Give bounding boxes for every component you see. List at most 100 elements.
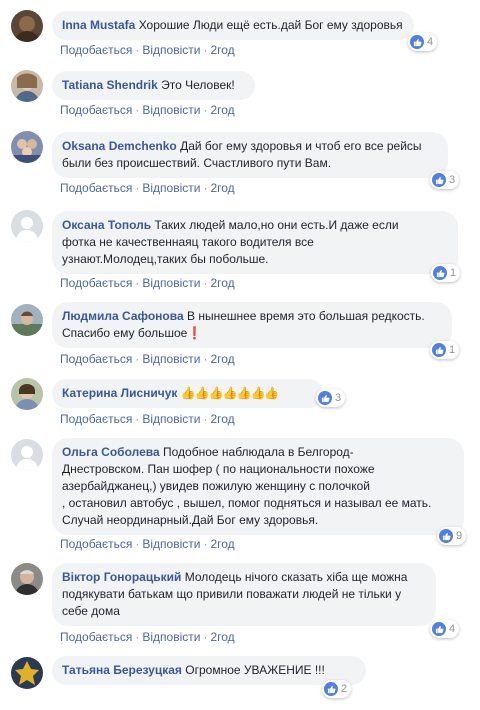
reaction-count[interactable]: 3 — [430, 171, 460, 189]
author-name[interactable]: Ольга Соболева — [62, 445, 160, 459]
timestamp[interactable]: 2год — [210, 537, 234, 551]
comment-actions: Подобається · Відповісти · 2год — [60, 352, 235, 366]
comment-text-line: Случай неординарный.Дай Бог ему здоровья… — [62, 513, 319, 527]
like-link[interactable]: Подобається — [60, 537, 132, 551]
reply-link[interactable]: Відповісти — [142, 412, 200, 426]
reply-link[interactable]: Відповісти — [142, 276, 200, 290]
like-link[interactable]: Подобається — [60, 103, 132, 117]
comment-text-line: Спасибо ему большое❗ — [62, 326, 203, 340]
avatar[interactable] — [11, 210, 43, 242]
timestamp[interactable]: 2год — [210, 412, 234, 426]
comment-text-line: Подобное наблюдала в Белгород- — [163, 445, 354, 459]
like-link[interactable]: Подобається — [60, 181, 132, 195]
reaction-count[interactable]: 2 — [322, 680, 352, 698]
separator: · — [135, 103, 140, 117]
author-name[interactable]: Оксана Тополь — [62, 218, 151, 232]
comment-text-line: Таких людей мало,но они есть.И даже если — [154, 218, 399, 232]
like-icon — [324, 682, 338, 696]
separator: · — [203, 412, 208, 426]
comment-text-line: подякувати батькам що привили поважати л… — [62, 587, 402, 601]
avatar[interactable] — [11, 70, 43, 102]
timestamp[interactable]: 2год — [210, 276, 234, 290]
comment-actions: Подобається · Відповісти · 2год — [60, 537, 235, 551]
separator: · — [203, 352, 208, 366]
comment-bubble: Татьяна Березуцкая Огромное УВАЖЕНИЕ !!! — [52, 656, 366, 685]
reaction-number: 1 — [449, 344, 456, 356]
like-icon — [318, 391, 332, 405]
separator: · — [203, 630, 208, 644]
separator: · — [135, 181, 140, 195]
comment-bubble: Оксана Тополь Таких людей мало,но они ес… — [52, 211, 458, 274]
timestamp[interactable]: 2год — [210, 630, 234, 644]
timestamp[interactable]: 2год — [210, 352, 234, 366]
like-link[interactable]: Подобається — [60, 276, 132, 290]
like-icon — [432, 622, 446, 636]
timestamp[interactable]: 2год — [210, 103, 234, 117]
avatar[interactable] — [11, 378, 43, 410]
separator: · — [203, 181, 208, 195]
comment-bubble: Tatiana Shendrik Это Человек! — [52, 71, 255, 100]
author-name[interactable]: Людмила Сафонова — [62, 309, 184, 323]
comment-bubble: Віктор Гонорацький Молодець нічого сказа… — [52, 563, 436, 626]
comment-bubble: Катерина Лисничук 👍👍👍👍👍👍👍 — [52, 379, 323, 408]
reply-link[interactable]: Відповісти — [142, 630, 200, 644]
comment-text: Это Человек! — [161, 78, 235, 92]
avatar[interactable] — [11, 563, 43, 595]
comment-text-line: , остановил автобус , вышел, помог подня… — [62, 496, 432, 510]
author-name[interactable]: Tatiana Shendrik — [62, 78, 158, 92]
separator: · — [135, 352, 140, 366]
avatar[interactable] — [11, 10, 43, 42]
reaction-number: 1 — [450, 267, 457, 279]
reaction-count[interactable]: 1 — [430, 341, 460, 359]
comment-text-line: были без происшествий. Счастливого пути … — [62, 156, 332, 170]
comment-text: 👍👍👍👍👍👍👍 — [180, 386, 280, 400]
like-link[interactable]: Подобається — [60, 352, 132, 366]
reaction-number: 9 — [456, 530, 463, 542]
reply-link[interactable]: Відповісти — [142, 537, 200, 551]
reply-link[interactable]: Відповісти — [142, 103, 200, 117]
like-icon — [432, 343, 446, 357]
separator: · — [135, 537, 140, 551]
comment-actions: Подобається · Відповісти · 2год — [60, 412, 235, 426]
reaction-count[interactable]: 9 — [437, 527, 467, 545]
comment-text-line: В нынешнее время это большая редкость. — [186, 309, 425, 323]
comment-text-line: Днестровском. Пан шофер ( по национально… — [62, 462, 375, 476]
reply-link[interactable]: Відповісти — [142, 181, 200, 195]
reaction-count[interactable]: 1 — [431, 264, 461, 282]
avatar[interactable] — [11, 304, 43, 336]
comment-text: Огромное УВАЖЕНИЕ !!! — [185, 663, 325, 677]
like-link[interactable]: Подобається — [60, 412, 132, 426]
comment-text-line: азербайджанец,) увидев пожилую женщину с… — [62, 479, 371, 493]
author-name[interactable]: Inna Mustafa — [62, 18, 135, 32]
like-link[interactable]: Подобається — [60, 630, 132, 644]
comment-text-line: Молодець нічого сказать хіба ще можна — [184, 570, 408, 584]
comment-actions: Подобається · Відповісти · 2год — [60, 276, 235, 290]
timestamp[interactable]: 2год — [210, 43, 234, 57]
separator: · — [135, 412, 140, 426]
avatar[interactable] — [11, 439, 43, 471]
comment-actions: Подобається · Відповісти · 2год — [60, 103, 235, 117]
author-name[interactable]: Катерина Лисничук — [62, 386, 177, 400]
reply-link[interactable]: Відповісти — [142, 43, 200, 57]
timestamp[interactable]: 2год — [210, 181, 234, 195]
reaction-number: 4 — [449, 623, 456, 635]
author-name[interactable]: Татьяна Березуцкая — [62, 663, 182, 677]
author-name[interactable]: Oksana Demchenko — [62, 139, 177, 153]
avatar[interactable] — [11, 657, 43, 689]
reaction-number: 3 — [449, 174, 456, 186]
like-icon — [410, 35, 424, 49]
author-name[interactable]: Віктор Гонорацький — [62, 570, 181, 584]
avatar[interactable] — [11, 131, 43, 163]
like-link[interactable]: Подобається — [60, 43, 132, 57]
reaction-count[interactable]: 4 — [430, 620, 460, 638]
comment-bubble: Inna Mustafa Хорошие Люди ещё есть.дай Б… — [52, 11, 414, 40]
separator: · — [135, 276, 140, 290]
reaction-count[interactable]: 4 — [408, 33, 438, 51]
comment-text-line: узнают.Молодец,таких бы побольше. — [62, 252, 269, 266]
comment-actions: Подобається · Відповісти · 2год — [60, 630, 235, 644]
comment-text: Хорошие Люди ещё есть.дай Бог ему здоров… — [138, 18, 403, 32]
reply-link[interactable]: Відповісти — [142, 352, 200, 366]
reaction-count[interactable]: 3 — [316, 389, 346, 407]
separator: · — [203, 537, 208, 551]
comment-text-line: себе дома — [62, 604, 120, 618]
